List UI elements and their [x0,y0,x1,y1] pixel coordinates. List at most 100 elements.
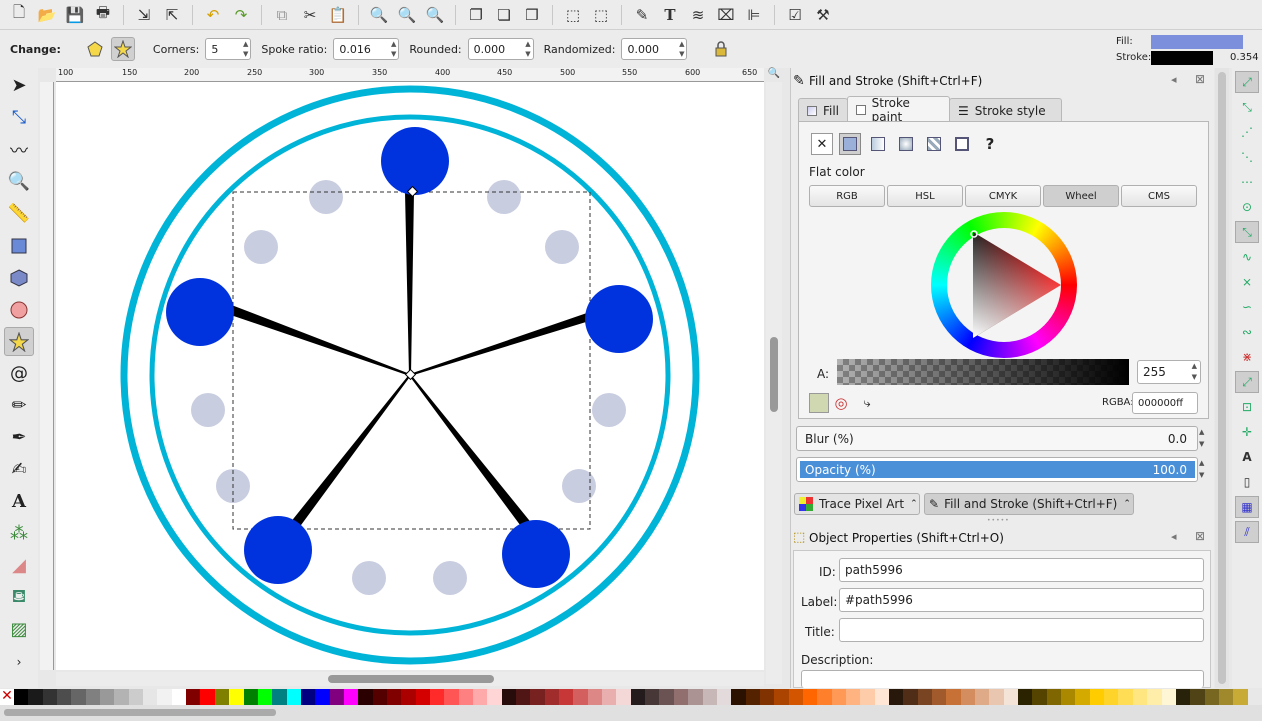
spin-arrows-icon[interactable]: ▲ ▼ [1199,457,1209,482]
reset-defaults-button[interactable] [709,37,733,61]
palette-swatch[interactable] [286,689,301,705]
radial-gradient-button[interactable] [895,133,917,155]
palette-swatch[interactable] [874,689,889,705]
corners-field[interactable]: 5 ▲ ▼ [205,38,252,60]
stroke-swatch[interactable] [1151,51,1213,65]
redo-icon[interactable]: ↷ [228,2,254,28]
palette-swatch[interactable] [788,689,803,705]
palette-swatch[interactable] [573,689,588,705]
dock-scrollbar[interactable] [1215,68,1229,688]
document-properties-icon[interactable]: ☑ [782,2,808,28]
palette-swatch[interactable] [1204,689,1219,705]
color-managed-icon[interactable] [809,393,829,413]
eyedropper-icon[interactable]: ⤷ [857,393,877,413]
spin-arrows-icon[interactable]: ▲ ▼ [391,39,396,59]
palette-swatch[interactable] [1218,689,1234,705]
palette-swatch[interactable] [300,689,316,705]
palette-swatch[interactable] [444,689,459,705]
expand-toolbox-icon[interactable]: › [4,647,34,676]
rgba-field[interactable]: 000000ff [1132,392,1198,414]
snap-object-centers-icon[interactable]: ⊡ [1235,396,1259,418]
palette-swatch[interactable] [343,689,359,705]
spoke-ratio-field[interactable]: 0.016 ▲ ▼ [333,38,400,60]
mode-cmyk-button[interactable]: CMYK [965,185,1041,207]
mode-wheel-button[interactable]: Wheel [1043,185,1119,207]
zoom-drawing-icon[interactable]: 🔍 [394,2,420,28]
preferences-icon[interactable]: ⚒ [810,2,836,28]
palette-swatch[interactable] [85,689,101,705]
palette-swatch[interactable] [243,689,258,705]
dock-tab-trace-pixel-art[interactable]: Trace Pixel Art ⌃ [794,493,920,515]
palette-swatch[interactable] [143,689,158,705]
palette-swatch[interactable] [1161,689,1176,705]
horizontal-scrollbar[interactable] [56,672,764,686]
star-mode-button[interactable] [110,37,135,61]
palette-swatch[interactable] [458,689,473,705]
palette-swatch[interactable] [530,689,545,705]
palette-swatch[interactable] [100,689,115,705]
blue-circle[interactable] [585,285,653,353]
calligraphy-tool-icon[interactable]: ✍ [4,455,34,484]
linear-gradient-button[interactable] [867,133,889,155]
tab-stroke-style[interactable]: ☰ Stroke style [949,98,1062,122]
palette-swatch[interactable] [745,689,760,705]
palette-swatch[interactable] [831,689,846,705]
close-icon[interactable]: ⊠ [1195,529,1205,543]
spray-tool-icon[interactable]: ⁂ [4,519,34,548]
dock-scroll-thumb[interactable] [1218,72,1226,684]
snap-guides-icon[interactable]: ⫽ [1235,521,1259,543]
snap-nodes-icon[interactable]: ⤡ [1235,221,1259,243]
ungroup-icon[interactable]: ⬚ [588,2,614,28]
palette-swatch[interactable] [128,689,144,705]
spin-arrows-icon[interactable]: ▲ ▼ [679,39,684,59]
palette-swatch[interactable] [1003,689,1019,705]
print-icon[interactable]: 🖶 [90,2,116,28]
snap-bbox-corners-icon[interactable]: ⋱ [1235,146,1259,168]
zoom-tool-icon[interactable]: 🔍 [4,167,34,196]
palette-swatch[interactable] [1233,689,1248,705]
gray-dot[interactable] [352,561,386,595]
fill-stroke-icon[interactable]: ✎ [629,2,655,28]
palette-swatch[interactable] [315,689,330,705]
paint-bucket-tool-icon[interactable]: ⛾ [4,583,34,612]
palette-swatch[interactable] [860,689,875,705]
palette-swatch[interactable] [1018,689,1033,705]
palette-swatch[interactable] [1175,689,1191,705]
spiral-tool-icon[interactable]: @ [4,359,34,388]
save-icon[interactable]: 💾 [62,2,88,28]
tab-stroke-paint[interactable]: Stroke paint [847,96,950,124]
blue-circle[interactable] [244,516,312,584]
rounded-field[interactable]: 0.000 ▲ ▼ [467,38,534,60]
palette-swatch[interactable] [1046,689,1062,705]
palette-swatch[interactable] [200,689,215,705]
clone-icon[interactable]: ❏ [491,2,517,28]
opacity-slider[interactable]: Opacity (%) 100.0 [796,457,1198,482]
palette-swatch[interactable] [415,689,430,705]
flat-color-button[interactable] [839,133,861,155]
palette-swatch[interactable] [731,689,746,705]
alpha-field[interactable]: 255 ▲ ▼ [1137,360,1201,384]
snap-bbox-midpoints-icon[interactable]: ⋯ [1235,171,1259,193]
palette-swatch[interactable] [602,689,617,705]
palette-swatch[interactable] [673,689,689,705]
id-field[interactable]: path5996 [839,558,1204,582]
palette-swatch[interactable] [372,689,387,705]
palette-swatch[interactable] [42,689,58,705]
pattern-button[interactable] [923,133,945,155]
rectangle-tool-icon[interactable] [4,231,34,260]
gray-dot[interactable] [545,230,579,264]
palette-swatch[interactable] [401,689,416,705]
gradient-tool-icon[interactable]: ▨ [4,615,34,644]
palette-swatch[interactable] [774,689,789,705]
palette-swatch[interactable] [386,689,402,705]
palette-swatch[interactable] [429,689,445,705]
palette-swatch[interactable] [946,689,961,705]
palette-swatch[interactable] [516,689,531,705]
description-field[interactable] [801,670,1204,688]
open-icon[interactable]: 📂 [34,2,60,28]
horizontal-scroll-thumb[interactable] [328,675,494,683]
export-icon[interactable]: ⇱ [159,2,185,28]
dock-grip[interactable]: ••••• [987,517,1017,524]
palette-swatch[interactable] [186,689,201,705]
color-palette[interactable] [14,689,1248,705]
